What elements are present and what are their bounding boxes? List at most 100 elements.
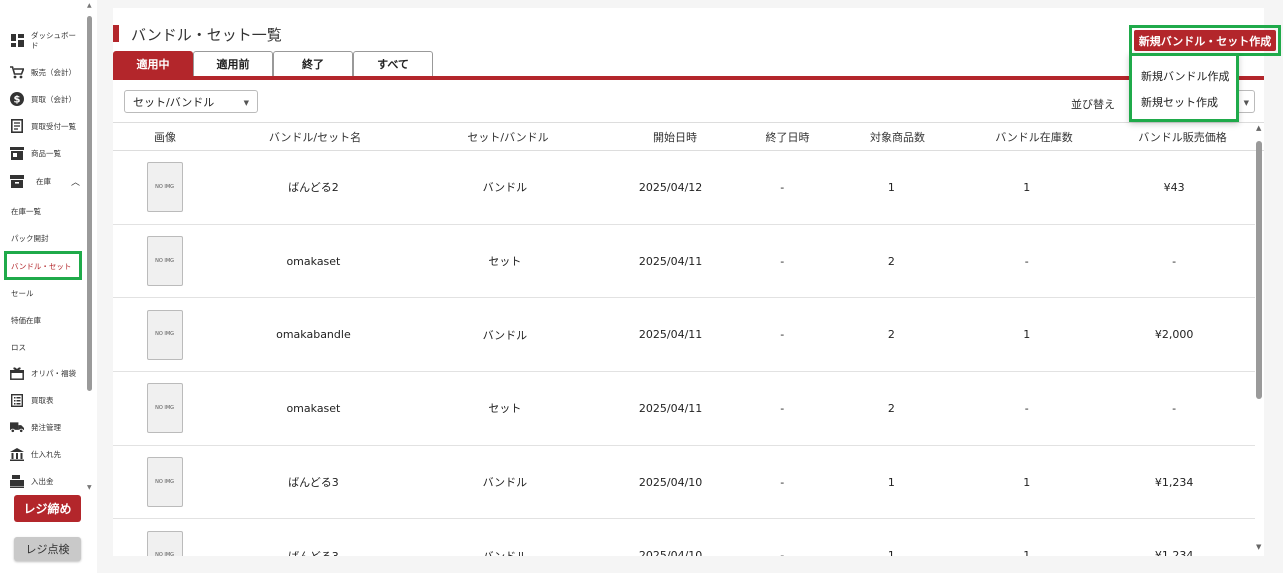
- cell-name: ばんどる2: [288, 181, 339, 195]
- create-bundle-set-button[interactable]: 新規バンドル・セット作成: [1134, 30, 1276, 51]
- cell-end: -: [780, 180, 785, 194]
- table-header: 画像 バンドル/セット名 セット/バンドル 開始日時 終了日時 対象商品数 バン…: [113, 122, 1264, 151]
- sidebar-item-oripa[interactable]: オリパ・福袋: [10, 366, 76, 380]
- no-image-placeholder: NO IMG: [146, 457, 183, 508]
- content-panel: バンドル・セット一覧 適用中 適用前 終了 すべて セット/バンドル ▼ 並び替…: [113, 8, 1281, 556]
- cell-start: 2025/04/12: [638, 180, 703, 194]
- sidebar-sub-item-pack-open[interactable]: パック開封: [11, 233, 49, 244]
- table-scroll-thumb[interactable]: [1256, 141, 1262, 399]
- sidebar-item-label: 販売（会計）: [31, 67, 76, 77]
- sidebar-item-cash-in-out[interactable]: 入出金: [10, 474, 54, 488]
- sidebar-item-sales[interactable]: 販売（会計）: [10, 65, 76, 79]
- cell-product-count: 2: [887, 401, 895, 415]
- cart-icon: [10, 65, 24, 79]
- cell-end: -: [780, 328, 785, 342]
- sidebar-item-suppliers[interactable]: 仕入れ先: [10, 447, 61, 461]
- receipt-icon: [10, 119, 24, 133]
- scroll-down-arrow-icon[interactable]: ▼: [1256, 543, 1261, 551]
- table-row[interactable]: NO IMG ばんどる3 バンドル 2025/04/10 - 1 1 ¥1,23…: [113, 446, 1255, 520]
- image-cell: NO IMG: [113, 446, 216, 519]
- chevron-up-icon[interactable]: ︿: [71, 175, 80, 188]
- cell-product-count: 1: [887, 475, 895, 489]
- no-image-placeholder: NO IMG: [146, 236, 183, 287]
- cell-price: ¥43: [1163, 180, 1185, 194]
- list-icon: [10, 393, 24, 407]
- image-cell: NO IMG: [113, 372, 216, 445]
- check-register-button[interactable]: レジ点検: [14, 537, 81, 561]
- cell-type: セット: [488, 402, 522, 416]
- table-row[interactable]: NO IMG omakabandle バンドル 2025/04/11 - 2 1…: [113, 298, 1255, 373]
- table-row[interactable]: NO IMG ばんどる2 バンドル 2025/04/12 - 1 1 ¥43: [113, 151, 1255, 225]
- sidebar-item-dashboard[interactable]: ダッシュボード: [10, 31, 77, 51]
- sidebar-item-label: 買取（会計）: [31, 94, 76, 104]
- column-header-price: バンドル販売価格: [1138, 130, 1227, 144]
- sidebar-item-purchase-reception[interactable]: 買取受付一覧: [10, 119, 76, 133]
- cell-price: ¥1,234: [1154, 549, 1194, 556]
- sidebar: ダッシュボード 販売（会計） $ 買取（会計） 買取受付一覧 商品一覧 在庫 ︿…: [0, 0, 97, 573]
- store-icon: [10, 146, 24, 160]
- cell-type: バンドル: [482, 476, 528, 490]
- column-header-name: バンドル/セット名: [268, 130, 362, 144]
- image-cell: NO IMG: [113, 519, 216, 556]
- sidebar-scrollbar[interactable]: ▲ ▼: [87, 2, 92, 492]
- cell-price: ¥2,000: [1154, 328, 1194, 342]
- column-header-type: セット/バンドル: [467, 130, 549, 144]
- table-body: NO IMG ばんどる2 バンドル 2025/04/12 - 1 1 ¥43 N…: [113, 151, 1255, 556]
- dollar-icon: $: [10, 92, 24, 106]
- cell-product-count: 1: [887, 549, 895, 556]
- tab-before[interactable]: 適用前: [193, 51, 273, 76]
- cell-start: 2025/04/10: [638, 549, 703, 556]
- cell-start: 2025/04/11: [638, 254, 703, 268]
- menu-item-new-bundle[interactable]: 新規バンドル作成: [1141, 68, 1230, 84]
- sidebar-item-purchase[interactable]: $ 買取（会計）: [10, 92, 76, 106]
- sidebar-scroll-thumb[interactable]: [87, 16, 92, 391]
- sidebar-item-purchase-table[interactable]: 買取表: [10, 393, 54, 407]
- svg-text:$: $: [14, 95, 21, 106]
- tab-ended[interactable]: 終了: [273, 51, 353, 76]
- cell-name: ばんどる3: [216, 519, 410, 556]
- cell-price: -: [1172, 254, 1177, 268]
- cell-stock: -: [1024, 254, 1029, 268]
- no-image-placeholder: NO IMG: [146, 309, 183, 360]
- type-filter-select[interactable]: セット/バンドル ▼: [124, 90, 258, 113]
- table-scrollbar[interactable]: ▲ ▼: [1255, 124, 1264, 556]
- image-cell: NO IMG: [113, 298, 216, 371]
- sidebar-sub-item-sale[interactable]: セール: [11, 288, 34, 299]
- cell-end: -: [780, 254, 785, 268]
- no-image-placeholder: NO IMG: [146, 530, 183, 556]
- cell-type: バンドル: [482, 328, 528, 342]
- cell-stock: 1: [1023, 475, 1031, 489]
- cell-stock: -: [1024, 401, 1029, 415]
- sidebar-sub-item-label: バンドル・セット: [11, 262, 72, 271]
- tab-active[interactable]: 適用中: [113, 51, 193, 76]
- cell-name: omakabandle: [276, 328, 351, 342]
- cell-product-count: 2: [887, 328, 895, 342]
- scroll-up-arrow-icon[interactable]: ▲: [1256, 124, 1261, 132]
- sidebar-item-inventory[interactable]: 在庫 ︿: [10, 174, 80, 188]
- scroll-down-arrow-icon[interactable]: ▼: [87, 484, 92, 491]
- sidebar-sub-item-bundle-set[interactable]: バンドル・セット: [4, 251, 82, 280]
- gift-icon: [10, 366, 24, 380]
- table-row[interactable]: NO IMG omakaset セット 2025/04/11 - 2 - -: [113, 225, 1255, 299]
- menu-item-new-set[interactable]: 新規セット作成: [1141, 94, 1218, 110]
- cell-product-count: 2: [887, 254, 895, 268]
- table-row[interactable]: NO IMG omakaset セット 2025/04/11 - 2 - -: [113, 372, 1255, 446]
- sidebar-item-label: オリパ・福袋: [31, 368, 76, 378]
- sidebar-item-order-management[interactable]: 発注管理: [10, 420, 61, 434]
- cell-start: 2025/04/11: [638, 401, 703, 415]
- sidebar-item-label: 買取受付一覧: [31, 121, 76, 131]
- sidebar-item-label: ダッシュボード: [31, 31, 76, 50]
- cell-name: omakaset: [286, 401, 341, 415]
- sidebar-item-products[interactable]: 商品一覧: [10, 146, 61, 160]
- scroll-up-arrow-icon[interactable]: ▲: [87, 2, 92, 9]
- table-row[interactable]: NO IMG ばんどる3 バンドル 2025/04/10 - 1 1 ¥1,23…: [113, 519, 1255, 556]
- close-register-button[interactable]: レジ締め: [14, 495, 81, 522]
- sidebar-sub-item-special-stock[interactable]: 特価在庫: [11, 315, 41, 326]
- cell-end: -: [780, 475, 785, 489]
- cell-type: バンドル: [482, 181, 528, 195]
- tab-all[interactable]: すべて: [353, 51, 433, 76]
- cell-stock: 1: [1023, 328, 1031, 342]
- sidebar-sub-item-loss[interactable]: ロス: [11, 342, 26, 353]
- type-filter-value: セット/バンドル: [133, 95, 215, 109]
- sidebar-sub-item-inventory-list[interactable]: 在庫一覧: [11, 206, 41, 217]
